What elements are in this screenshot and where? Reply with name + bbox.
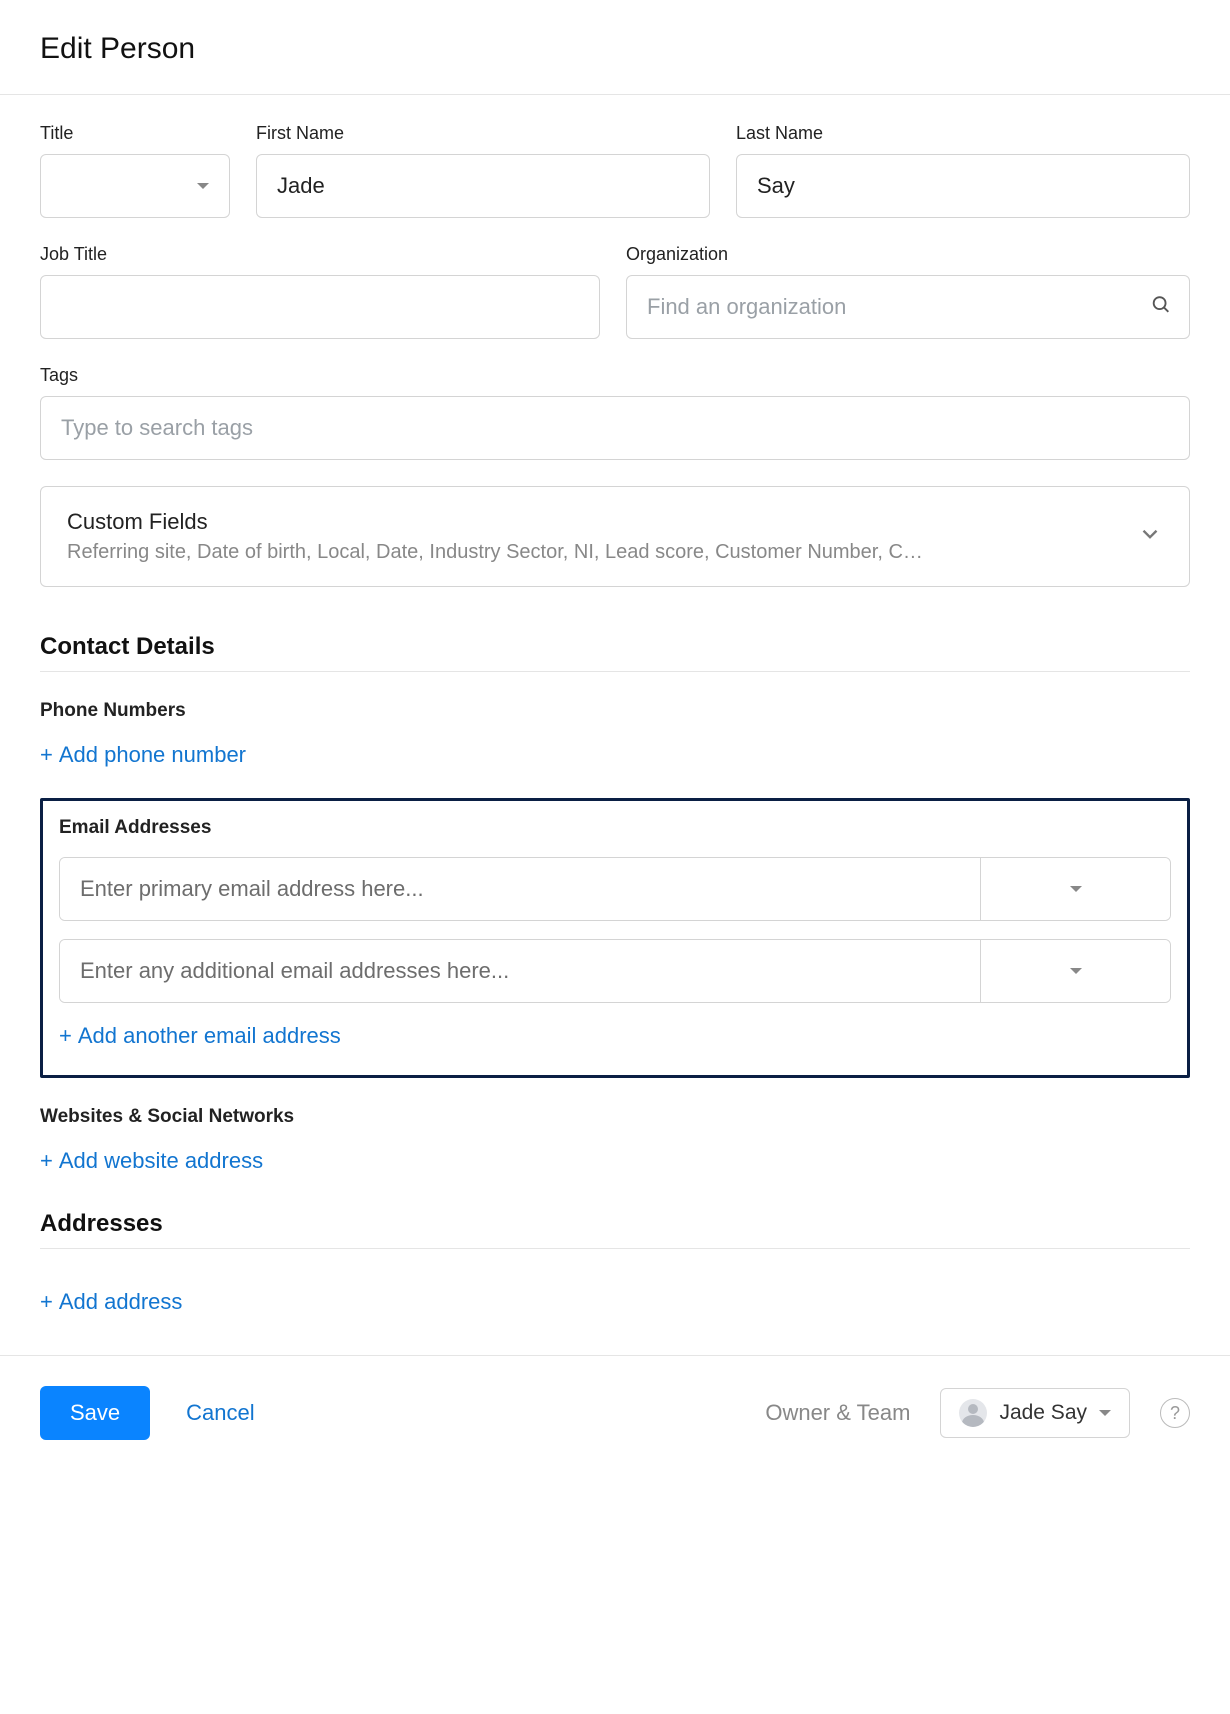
add-email-link[interactable]: + Add another email address bbox=[59, 1023, 341, 1049]
contact-details-heading: Contact Details bbox=[40, 633, 1190, 672]
plus-icon: + bbox=[40, 744, 53, 766]
organization-input[interactable] bbox=[626, 275, 1190, 339]
tags-label: Tags bbox=[40, 365, 1190, 386]
owner-team-label: Owner & Team bbox=[765, 1400, 910, 1426]
websites-social-heading: Websites & Social Networks bbox=[40, 1106, 1190, 1128]
add-phone-link[interactable]: + Add phone number bbox=[40, 742, 246, 768]
first-name-label: First Name bbox=[256, 123, 710, 144]
header: Edit Person bbox=[0, 0, 1230, 95]
email-addresses-heading: Email Addresses bbox=[59, 817, 1171, 839]
custom-fields-summary: Referring site, Date of birth, Local, Da… bbox=[67, 541, 1117, 564]
caret-down-icon bbox=[1070, 968, 1082, 974]
phone-numbers-heading: Phone Numbers bbox=[40, 700, 1190, 722]
add-website-label: Add website address bbox=[59, 1148, 263, 1174]
last-name-label: Last Name bbox=[736, 123, 1190, 144]
plus-icon: + bbox=[59, 1025, 72, 1047]
search-icon bbox=[1150, 294, 1172, 321]
first-name-input[interactable] bbox=[256, 154, 710, 218]
email-row-additional bbox=[59, 939, 1171, 1003]
addresses-heading: Addresses bbox=[40, 1210, 1190, 1249]
custom-fields-toggle[interactable]: Custom Fields Referring site, Date of bi… bbox=[40, 486, 1190, 587]
email-additional-input[interactable] bbox=[60, 940, 980, 1002]
help-button[interactable]: ? bbox=[1160, 1398, 1190, 1428]
caret-down-icon bbox=[1070, 886, 1082, 892]
caret-down-icon bbox=[197, 183, 209, 189]
email-addresses-section: Email Addresses + Add another email addr… bbox=[40, 798, 1190, 1078]
owner-name: Jade Say bbox=[999, 1401, 1087, 1425]
page-title: Edit Person bbox=[40, 32, 1190, 66]
save-button[interactable]: Save bbox=[40, 1386, 150, 1440]
footer: Save Cancel Owner & Team Jade Say ? bbox=[0, 1355, 1230, 1500]
chevron-down-icon bbox=[1137, 521, 1163, 552]
plus-icon: + bbox=[40, 1291, 53, 1313]
caret-down-icon bbox=[1099, 1410, 1111, 1416]
job-title-input[interactable] bbox=[40, 275, 600, 339]
email-additional-type-select[interactable] bbox=[980, 940, 1170, 1002]
email-row-primary bbox=[59, 857, 1171, 921]
job-title-label: Job Title bbox=[40, 244, 600, 265]
email-primary-type-select[interactable] bbox=[980, 858, 1170, 920]
title-label: Title bbox=[40, 123, 230, 144]
add-phone-label: Add phone number bbox=[59, 742, 246, 768]
organization-label: Organization bbox=[626, 244, 1190, 265]
add-address-link[interactable]: + Add address bbox=[40, 1289, 182, 1315]
avatar-icon bbox=[959, 1399, 987, 1427]
email-primary-input[interactable] bbox=[60, 858, 980, 920]
owner-picker[interactable]: Jade Say bbox=[940, 1388, 1130, 1438]
add-email-label: Add another email address bbox=[78, 1023, 341, 1049]
add-website-link[interactable]: + Add website address bbox=[40, 1148, 263, 1174]
title-select[interactable] bbox=[40, 154, 230, 218]
plus-icon: + bbox=[40, 1150, 53, 1172]
tags-input[interactable] bbox=[40, 396, 1190, 460]
custom-fields-title: Custom Fields bbox=[67, 509, 1117, 535]
add-address-label: Add address bbox=[59, 1289, 183, 1315]
last-name-input[interactable] bbox=[736, 154, 1190, 218]
cancel-button[interactable]: Cancel bbox=[180, 1399, 260, 1427]
